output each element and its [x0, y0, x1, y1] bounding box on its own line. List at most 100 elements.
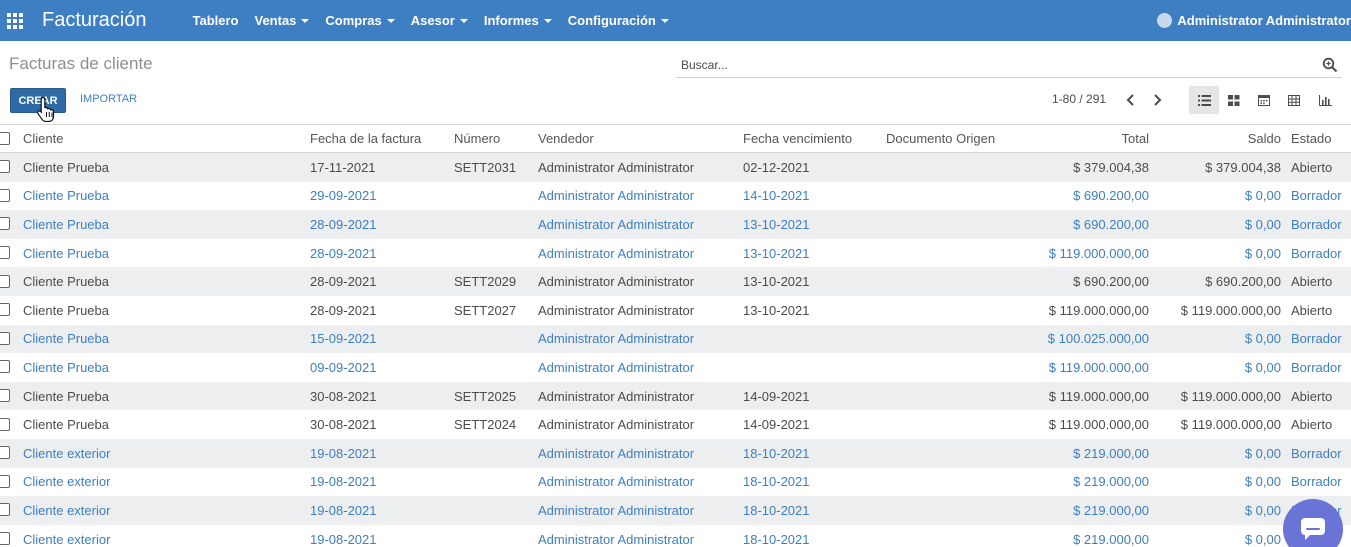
table-row[interactable]: Cliente exterior 19-08-2021 Administrator … [0, 525, 1351, 547]
row-checkbox[interactable] [0, 274, 10, 288]
cell-saldo: $ 0,00 [1244, 359, 1281, 375]
cell-due-date: 18-10-2021 [743, 474, 810, 490]
kanban-view-button[interactable] [1219, 86, 1249, 114]
cell-due-date: 02-12-2021 [743, 159, 810, 175]
table-row[interactable]: Cliente Prueba 29-09-2021 Administrator Ad… [0, 182, 1351, 211]
menu-item-label: Informes [483, 13, 539, 28]
apps-grid-icon[interactable] [6, 12, 24, 30]
header-number[interactable]: Número [454, 125, 500, 152]
header-due-date[interactable]: Fecha vencimiento [743, 125, 852, 152]
row-checkbox[interactable] [0, 331, 10, 345]
table-row[interactable]: Cliente Prueba 28-09-2021 Administrator Ad… [0, 210, 1351, 239]
menu-item-configuraci-n[interactable]: Configuración [568, 13, 669, 28]
row-checkbox[interactable] [0, 474, 10, 488]
row-checkbox[interactable] [0, 532, 10, 546]
menu-item-ventas[interactable]: Ventas [255, 13, 310, 28]
create-button[interactable]: CREAR [10, 88, 66, 113]
pivot-view-button[interactable] [1279, 86, 1309, 114]
cell-state: Borrador [1291, 445, 1342, 461]
header-saldo[interactable]: Saldo [1150, 125, 1281, 152]
table-row[interactable]: Cliente Prueba 15-09-2021 Administrator Ad… [0, 324, 1351, 354]
menu-item-informes[interactable]: Informes [484, 13, 552, 28]
invoice-table: Cliente Fecha de la factura Número Vende… [0, 124, 1351, 547]
search-input[interactable] [676, 54, 1296, 76]
header-date[interactable]: Fecha de la factura [310, 125, 421, 152]
table-row[interactable]: Cliente Prueba 28-09-2021 SETT2027 Administ… [0, 296, 1351, 325]
chevron-left-icon[interactable] [1124, 92, 1138, 108]
row-checkbox[interactable] [0, 246, 10, 260]
pivot-view-icon [1288, 94, 1300, 106]
table-row[interactable]: Cliente Prueba 09-09-2021 Administrator Ad… [0, 353, 1351, 382]
cell-seller: Administrator Administrator [538, 274, 695, 290]
cell-due-date: 14-09-2021 [743, 388, 810, 404]
cell-saldo: $ 119.000.000,00 [1180, 417, 1281, 433]
cell-saldo: $ 0,00 [1244, 188, 1281, 204]
table-header: Cliente Fecha de la factura Número Vende… [0, 124, 1351, 153]
select-all-checkbox[interactable] [0, 131, 10, 145]
cell-state: Borrador [1291, 188, 1342, 204]
cell-seller: Administrator Administrator [538, 502, 695, 518]
menu-item-tablero[interactable]: Tablero [193, 13, 239, 28]
calendar-view-button[interactable] [1249, 86, 1279, 114]
cell-due-date: 13-10-2021 [743, 302, 810, 318]
cell-due-date: 18-10-2021 [743, 531, 810, 547]
cell-state: Borrador [1291, 474, 1342, 490]
table-row[interactable]: Cliente Prueba 17-11-2021 SETT2031 Administ… [0, 153, 1351, 182]
row-checkbox[interactable] [0, 303, 10, 317]
header-total[interactable]: Total [1000, 125, 1149, 152]
cell-number: SETT2031 [454, 159, 517, 175]
row-checkbox[interactable] [0, 160, 10, 174]
cell-date: 19-08-2021 [310, 531, 377, 547]
header-seller[interactable]: Vendedor [538, 125, 594, 152]
cell-state: Abierto [1291, 302, 1333, 318]
table-row[interactable]: Cliente Prueba 28-09-2021 SETT2029 Administ… [0, 267, 1351, 296]
list-view-button[interactable] [1189, 86, 1219, 114]
row-checkbox[interactable] [0, 188, 10, 202]
cell-seller: Administrator Administrator [538, 388, 695, 404]
app-brand[interactable]: Facturación [42, 9, 147, 32]
row-checkbox[interactable] [0, 503, 10, 517]
cell-seller: Administrator Administrator [538, 359, 695, 375]
cell-date: 28-09-2021 [310, 216, 377, 232]
cell-client: Cliente Prueba [23, 274, 109, 290]
cell-date: 17-11-2021 [310, 159, 376, 175]
row-checkbox[interactable] [0, 417, 10, 431]
search-icon[interactable] [1322, 57, 1338, 73]
menu-item-compras[interactable]: Compras [325, 13, 395, 28]
header-state[interactable]: Estado [1291, 125, 1331, 152]
header-origin[interactable]: Documento Origen [886, 125, 995, 152]
cell-saldo: $ 119.000.000,00 [1180, 302, 1281, 318]
page-title: Facturas de cliente [9, 54, 153, 73]
table-row[interactable]: Cliente Prueba 28-09-2021 Administrator Ad… [0, 239, 1351, 268]
cell-client: Cliente exterior [23, 502, 111, 518]
cell-client: Cliente exterior [23, 445, 111, 461]
row-checkbox[interactable] [0, 217, 10, 231]
chat-icon [1301, 518, 1325, 540]
cell-state: Borrador [1291, 245, 1342, 261]
graph-view-button[interactable] [1310, 86, 1340, 114]
list-view-icon [1197, 94, 1211, 106]
row-checkbox[interactable] [0, 446, 10, 460]
table-row[interactable]: Cliente exterior 19-08-2021 Administrator … [0, 468, 1351, 497]
cell-total: $ 219.000,00 [1073, 531, 1149, 547]
graph-view-icon [1318, 94, 1332, 106]
cell-seller: Administrator Administrator [538, 159, 695, 175]
calendar-view-icon [1258, 95, 1270, 106]
row-checkbox[interactable] [0, 360, 10, 374]
import-button[interactable]: IMPORTAR [80, 93, 137, 105]
user-menu[interactable]: Administrator Administrator [1157, 0, 1351, 41]
table-row[interactable]: Cliente exterior 19-08-2021 Administrator … [0, 496, 1351, 525]
cell-state: Borrador [1291, 359, 1342, 375]
cell-number: SETT2024 [454, 417, 517, 433]
table-row[interactable]: Cliente Prueba 30-08-2021 SETT2024 Administ… [0, 410, 1351, 439]
header-client[interactable]: Cliente [23, 125, 63, 152]
cell-client: Cliente Prueba [23, 331, 109, 347]
menu-item-asesor[interactable]: Asesor [411, 13, 468, 28]
table-row[interactable]: Cliente exterior 19-08-2021 Administrator … [0, 438, 1351, 468]
chevron-right-icon[interactable] [1150, 92, 1164, 108]
table-row[interactable]: Cliente Prueba 30-08-2021 SETT2025 Administ… [0, 381, 1351, 411]
cell-saldo: $ 119.000.000,00 [1180, 388, 1281, 404]
cell-total: $ 219.000,00 [1073, 445, 1149, 461]
row-checkbox[interactable] [0, 389, 10, 403]
pager-value[interactable]: 1-80 / 291 [1052, 92, 1106, 106]
